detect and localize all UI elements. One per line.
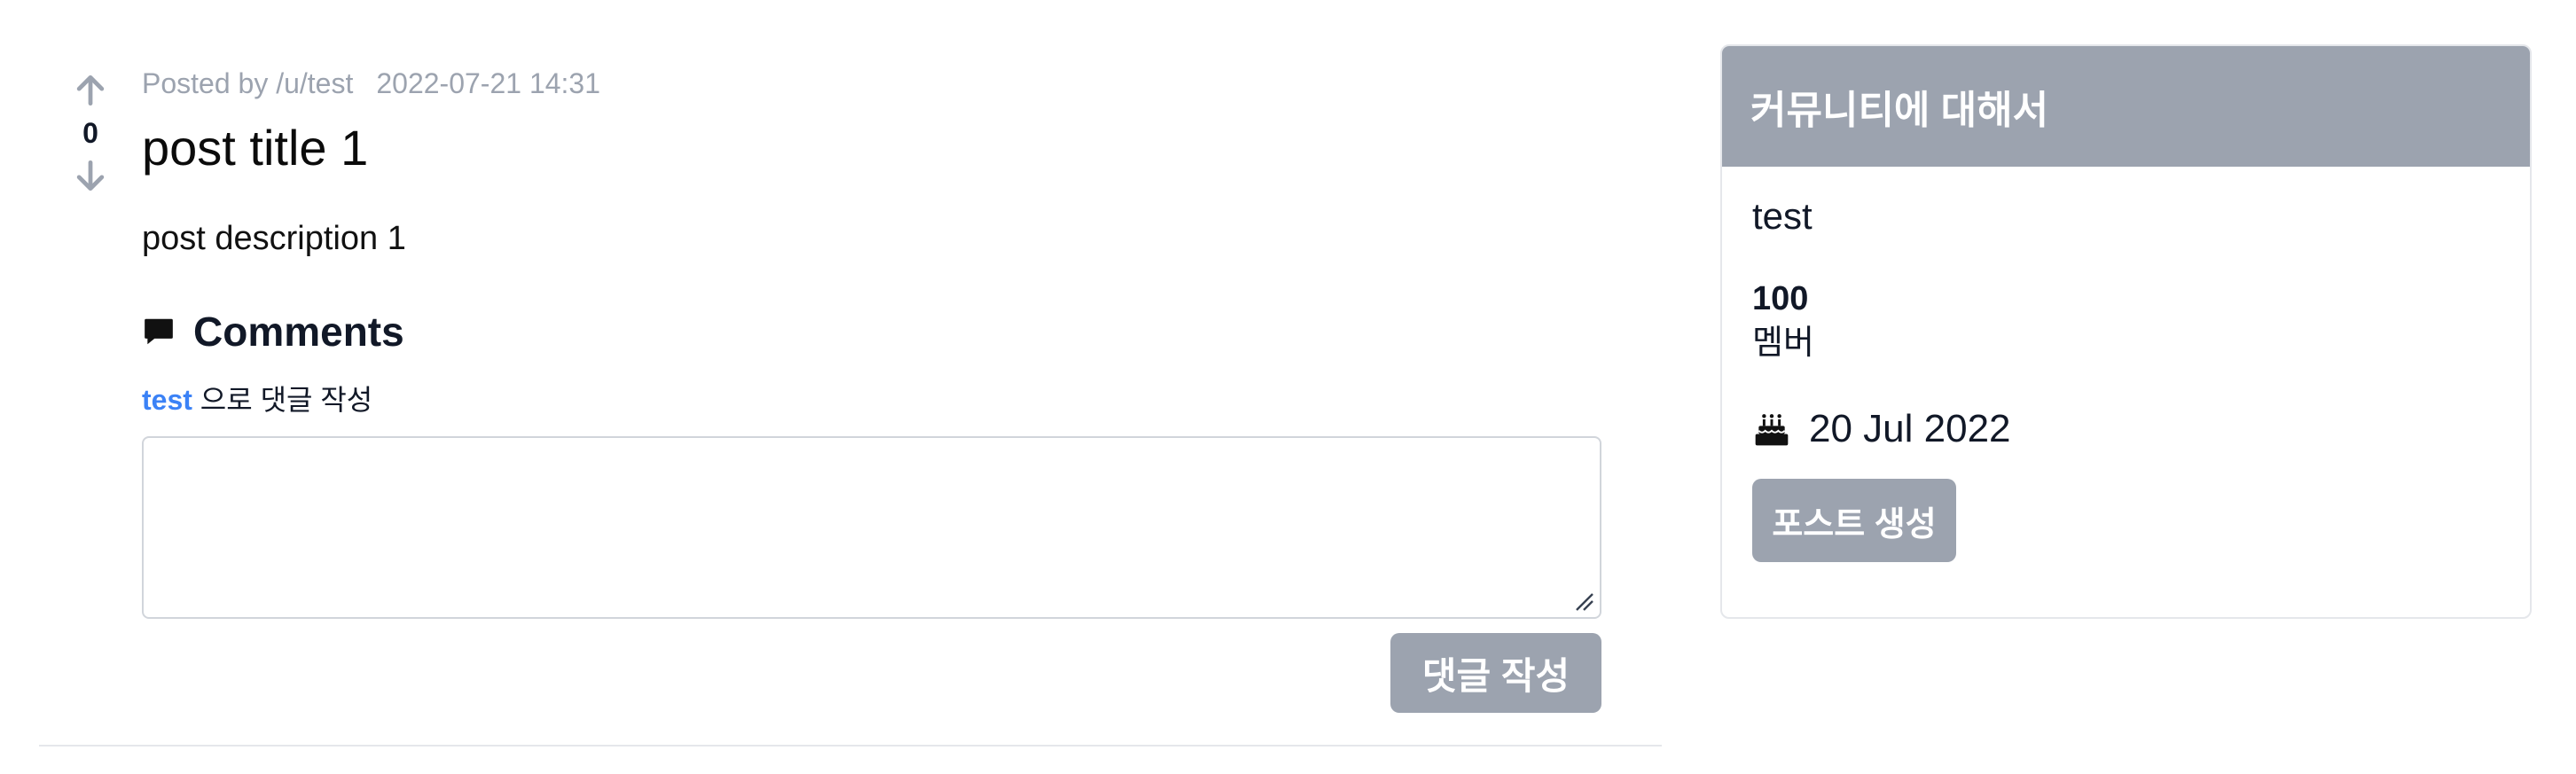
comments-heading-label: Comments: [193, 309, 404, 355]
post-timestamp: 2022-07-21 14:31: [376, 67, 601, 99]
member-count: 100: [1752, 280, 1809, 317]
community-card-header: 커뮤니티에 대해서: [1722, 46, 2530, 167]
comment-icon: [145, 318, 173, 345]
post-meta: Posted by /u/test 2022-07-21 14:31: [142, 64, 1605, 103]
comments-heading: Comments: [142, 307, 1605, 356]
resize-handle-icon[interactable]: [1573, 590, 1594, 612]
post-title: post title 1: [142, 120, 369, 176]
downvote-button[interactable]: [69, 154, 112, 197]
posted-by[interactable]: Posted by /u/test: [142, 64, 353, 103]
post-divider: [39, 745, 1662, 747]
comment-as-suffix: 으로 댓글 작성: [192, 384, 373, 416]
community-info-card: 커뮤니티에 대해서 test 100 멤버 20 Jul 2022 포스트 생성: [1720, 44, 2532, 619]
community-name: test: [1752, 195, 1813, 237]
arrow-down-icon: [76, 160, 105, 192]
post-content: Posted by /u/test 2022-07-21 14:31 post …: [142, 64, 1605, 713]
member-label: 멤버: [1752, 324, 1814, 362]
comment-as-line: test 으로 댓글 작성: [142, 381, 1605, 418]
upvote-button[interactable]: [69, 69, 112, 112]
comment-submit-row: 댓글 작성: [142, 633, 1601, 713]
submit-comment-button[interactable]: 댓글 작성: [1390, 633, 1601, 713]
community-card-body: test 100 멤버 20 Jul 2022 포스트 생성: [1722, 167, 2530, 587]
create-post-button[interactable]: 포스트 생성: [1752, 479, 1956, 562]
created-date: 20 Jul 2022: [1809, 407, 2011, 450]
arrow-up-icon: [76, 74, 105, 106]
community-created: 20 Jul 2022: [1752, 404, 2500, 454]
vote-column: 0: [64, 69, 117, 197]
comment-textarea-wrapper: [142, 436, 1601, 619]
comment-textarea[interactable]: [144, 438, 1600, 617]
comment-author-link[interactable]: test: [142, 384, 192, 416]
vote-count: 0: [82, 117, 98, 149]
cake-icon: [1755, 414, 1789, 446]
post-description: post description 1: [142, 220, 406, 257]
